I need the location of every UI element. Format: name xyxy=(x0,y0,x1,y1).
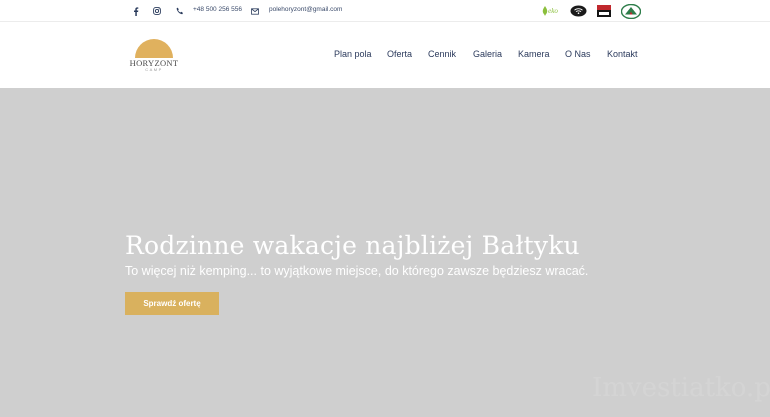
camping-badge xyxy=(620,3,641,19)
wifi-badge xyxy=(569,3,587,19)
mail-icon xyxy=(249,5,261,17)
main-header: HORYZONT CAMP Plan pola Oferta Cennik Ga… xyxy=(0,22,770,88)
nav-item-kontakt[interactable]: Kontakt xyxy=(607,49,638,59)
instagram-icon[interactable] xyxy=(151,5,163,17)
nav-item-o-nas[interactable]: O Nas xyxy=(565,49,591,59)
hero-subtitle: To więcej niż kemping... to wyjątkowe mi… xyxy=(125,264,589,278)
nav-item-cennik[interactable]: Cennik xyxy=(428,49,456,59)
eko-badge: eko xyxy=(539,3,561,19)
sun-logo-icon xyxy=(135,39,173,58)
nav-item-kamera[interactable]: Kamera xyxy=(518,49,550,59)
nav-item-plan-pola[interactable]: Plan pola xyxy=(334,49,372,59)
hero-title: Rodzinne wakacje najbliżej Bałtyku xyxy=(125,231,580,260)
hero-section: Rodzinne wakacje najbliżej Bałtyku To wi… xyxy=(0,88,770,417)
phone-icon xyxy=(174,5,186,17)
rooms-badge xyxy=(596,3,611,19)
facebook-icon[interactable] xyxy=(130,5,142,17)
logo-subtitle: CAMP xyxy=(145,67,163,72)
watermark: Imvestiatko.p xyxy=(592,373,770,403)
eko-label: eko xyxy=(548,7,558,15)
top-bar: +48 500 256 556 polehoryzont@gmail.com e… xyxy=(0,0,770,22)
horyzont-logo[interactable]: HORYZONT CAMP xyxy=(128,39,180,75)
phone-number[interactable]: +48 500 256 556 xyxy=(193,6,242,13)
email-link[interactable]: polehoryzont@gmail.com xyxy=(269,6,342,13)
check-offer-button[interactable]: Sprawdź ofertę xyxy=(125,292,219,315)
nav-item-galeria[interactable]: Galeria xyxy=(473,49,502,59)
nav-item-oferta[interactable]: Oferta xyxy=(387,49,412,59)
